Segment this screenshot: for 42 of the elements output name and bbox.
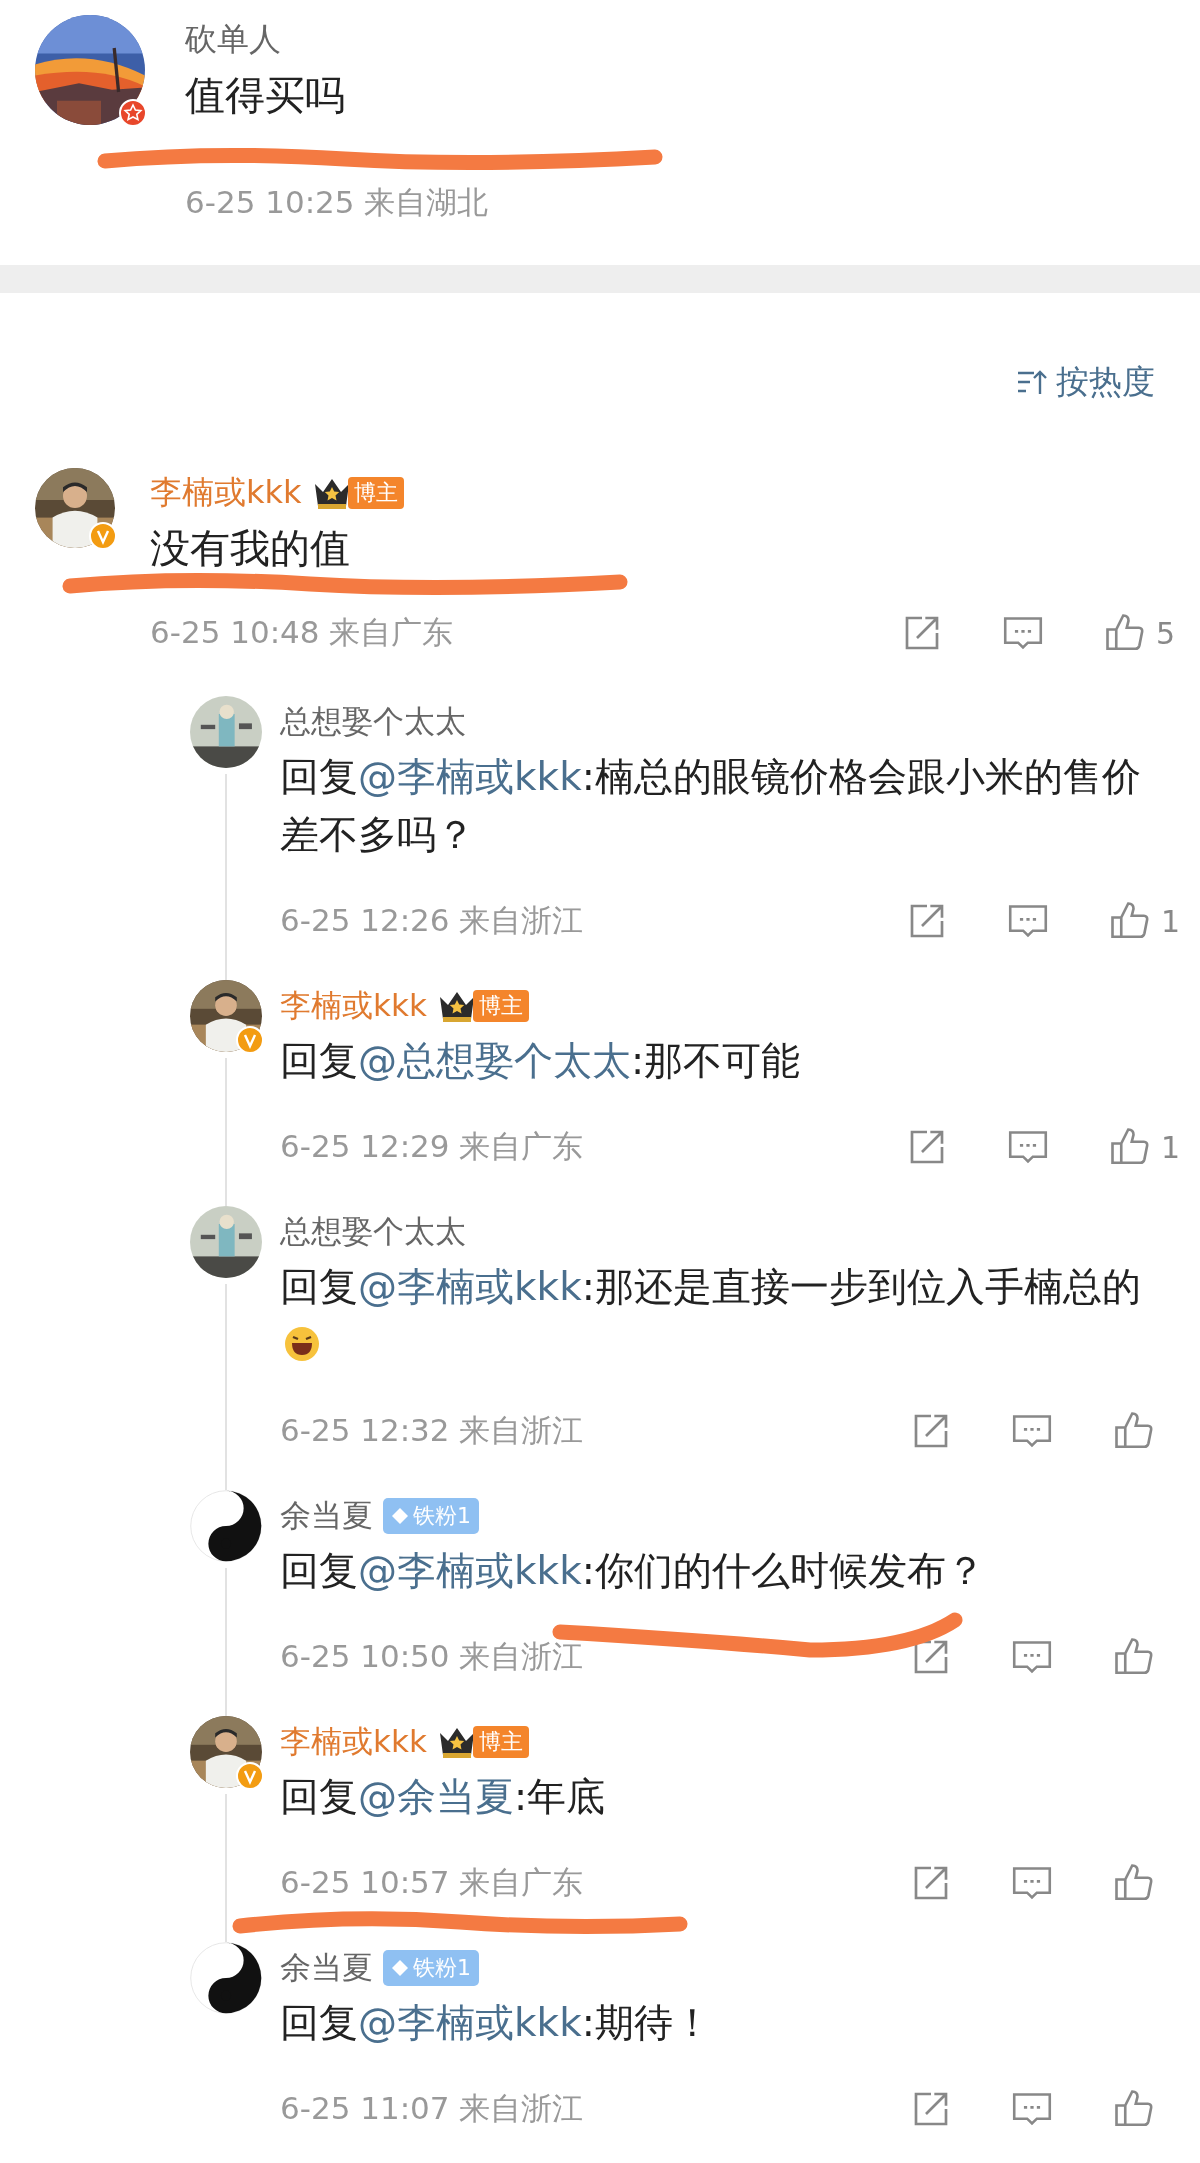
reply-meta: 6-25 10:57 来自广东 (280, 1863, 584, 1902)
reply-meta: 6-25 11:07 来自浙江 (280, 2089, 584, 2128)
blogger-badge: 博主 (472, 1726, 529, 1758)
fan-badge: 铁粉1 (383, 1498, 479, 1534)
author-name[interactable]: 砍单人 (185, 18, 281, 62)
author-name[interactable]: 余当夏 (280, 1495, 373, 1537)
reply-text: 回复@李楠或kkk:楠总的眼镜价格会跟小米的售价差不多吗？ (280, 753, 1142, 859)
reply-meta: 6-25 12:32 来自浙江 (280, 1411, 584, 1450)
author-name[interactable]: 李楠或kkk (150, 471, 302, 515)
comment-text: 没有我的值 (150, 524, 351, 573)
author-name[interactable]: 余当夏 (280, 1947, 373, 1989)
mention-link[interactable]: @李楠或kkk (358, 1548, 582, 1593)
reply-meta: 6-25 12:26 来自浙江 (280, 901, 584, 940)
reply-text: 回复@李楠或kkk:那还是直接一步到位入手楠总的 (280, 1258, 1200, 1374)
post-meta: 6-25 10:25 来自湖北 (185, 183, 489, 222)
like-count: 1 (1160, 903, 1180, 939)
sort-button[interactable]: 按热度 (1016, 359, 1155, 405)
post-text: 值得买吗 (185, 71, 346, 120)
reply-meta: 6-25 12:29 来自广东 (280, 1127, 584, 1166)
mention-link[interactable]: @李楠或kkk (358, 1264, 582, 1309)
like-button[interactable]: 1 (1108, 900, 1180, 942)
reply-text: 回复@总想娶个太太:那不可能 (280, 1037, 802, 1085)
reply-text: 回复@余当夏:年底 (280, 1773, 607, 1821)
author-name[interactable]: 李楠或kkk (280, 985, 427, 1027)
author-name[interactable]: 总想娶个太太 (280, 1211, 466, 1253)
reply-text: 回复@李楠或kkk:期待！ (280, 1999, 713, 2047)
like-button[interactable]: 1 (1108, 1126, 1180, 1168)
reply-text: 回复@李楠或kkk:你们的什么时候发布？ (280, 1547, 986, 1595)
blogger-badge: 博主 (347, 477, 404, 509)
like-button[interactable]: 5 (1103, 612, 1175, 654)
mention-link[interactable]: @李楠或kkk (358, 754, 582, 799)
mention-link[interactable]: @余当夏 (358, 1774, 514, 1819)
author-name[interactable]: 总想娶个太太 (280, 701, 466, 743)
like-count: 1 (1160, 1129, 1180, 1165)
reply-meta: 6-25 10:50 来自浙江 (280, 1637, 584, 1676)
mention-link[interactable]: @李楠或kkk (358, 2000, 582, 2045)
blogger-badge: 博主 (472, 990, 529, 1022)
comment-meta: 6-25 10:48 来自广东 (150, 613, 454, 652)
mention-link[interactable]: @总想娶个太太 (358, 1038, 631, 1083)
author-name[interactable]: 李楠或kkk (280, 1721, 427, 1763)
fan-badge: 铁粉1 (383, 1950, 479, 1986)
like-count: 5 (1155, 615, 1175, 651)
